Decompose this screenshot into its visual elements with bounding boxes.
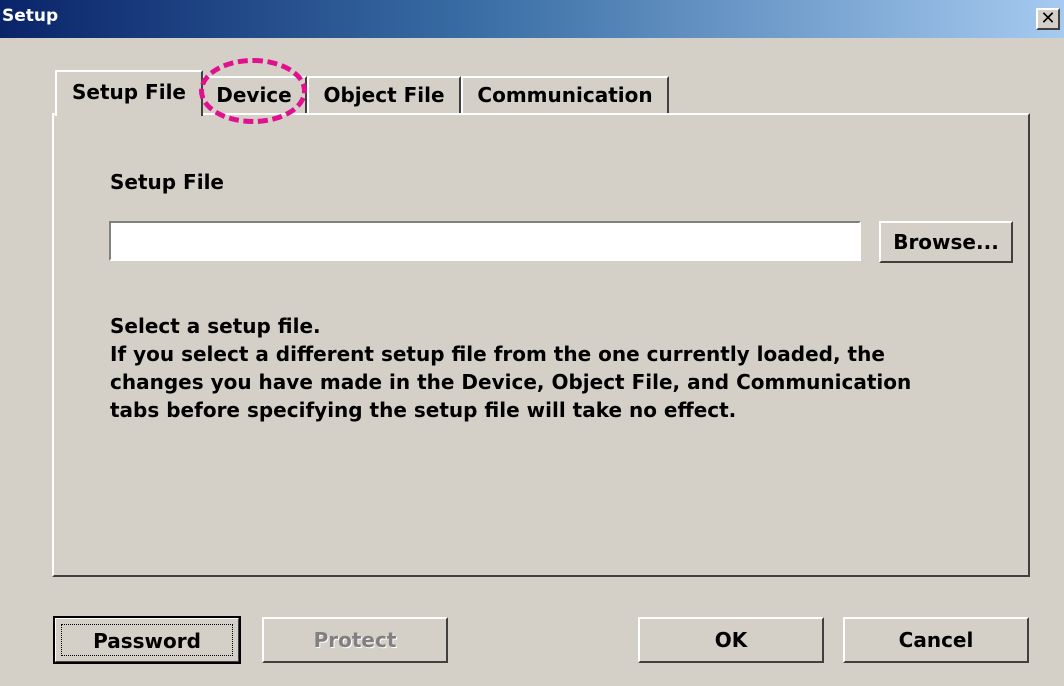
help-line: If you select a different setup file fro…	[110, 342, 885, 366]
tab-communication[interactable]: Communication	[461, 76, 669, 113]
protect-button[interactable]: Protect	[262, 617, 448, 663]
help-text: Select a setup file. If you select a dif…	[110, 312, 1010, 424]
ok-button[interactable]: OK	[638, 617, 824, 663]
tab-device[interactable]: Device	[201, 76, 307, 113]
cancel-button[interactable]: Cancel	[843, 617, 1029, 663]
help-line: changes you have made in the Device, Obj…	[110, 370, 912, 394]
help-line: Select a setup file.	[110, 314, 321, 338]
title-bar[interactable]: Setup ✕	[0, 0, 1064, 38]
password-button-label: Password	[61, 624, 233, 656]
close-button[interactable]: ✕	[1036, 8, 1060, 30]
window-title: Setup	[2, 6, 59, 26]
tab-object-file[interactable]: Object File	[307, 76, 461, 113]
password-button[interactable]: Password	[53, 616, 241, 664]
close-icon: ✕	[1040, 8, 1056, 29]
help-line: tabs before specifying the setup file wi…	[110, 398, 737, 422]
setup-file-input[interactable]	[109, 221, 861, 261]
setup-file-label: Setup File	[110, 170, 224, 194]
tab-setup-file[interactable]: Setup File	[55, 70, 203, 116]
browse-button[interactable]: Browse...	[879, 221, 1013, 263]
setup-dialog: Setup ✕ Setup File Device Object File Co…	[0, 0, 1064, 686]
